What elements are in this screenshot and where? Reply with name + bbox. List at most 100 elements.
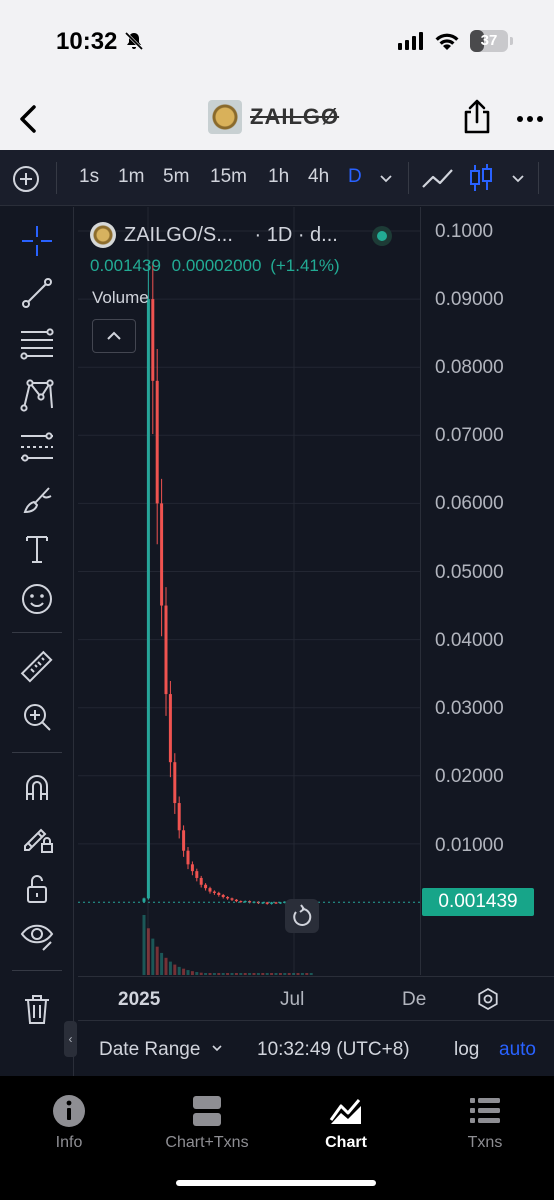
reset-icon (293, 904, 312, 926)
timeframe-5m[interactable]: 5m (163, 166, 189, 188)
volume-bar (243, 973, 247, 975)
tab-label: Chart+Txns (165, 1134, 249, 1151)
chevron-down-icon[interactable] (510, 170, 526, 186)
volume-bar (234, 973, 238, 975)
volume-bar (182, 968, 186, 975)
prediction-icon (21, 432, 53, 462)
tab-label: Info (55, 1134, 83, 1151)
chart-clock[interactable]: 10:32:49 (UTC+8) (257, 1039, 410, 1061)
candlestick-icon[interactable] (468, 162, 494, 194)
legend-symbol: ZAILGO/S... · 1D · d... (124, 224, 338, 247)
magnet-tool[interactable] (17, 767, 57, 807)
emoji-icon (22, 584, 52, 614)
volume-bar (230, 973, 234, 975)
timeframe-1m[interactable]: 1m (118, 166, 144, 188)
tab-chart[interactable]: Chart (277, 1094, 415, 1164)
more-icon[interactable] (516, 104, 544, 134)
battery-cap (510, 37, 513, 45)
pattern-tool[interactable] (17, 375, 57, 415)
brush-tool[interactable] (17, 479, 57, 519)
auto-scale-toggle[interactable]: auto (499, 1039, 536, 1061)
text-tool[interactable] (17, 529, 57, 569)
volume-bar (146, 928, 150, 975)
time-axis[interactable]: 2025 Jul De (78, 976, 554, 1020)
list-icon (470, 1098, 500, 1123)
volume-bar (204, 973, 208, 975)
timeframe-1h[interactable]: 1h (268, 166, 289, 188)
trend-line-tool[interactable] (17, 273, 57, 313)
emoji-tool[interactable] (17, 579, 57, 619)
candle (177, 803, 181, 831)
tab-info[interactable]: Info (0, 1094, 138, 1164)
home-indicator (176, 1180, 376, 1186)
timeframe-1s[interactable]: 1s (79, 166, 99, 188)
chevron-up-icon (107, 331, 121, 340)
candle (155, 380, 159, 504)
date-range-button[interactable]: Date Range (99, 1039, 224, 1061)
volume-bar (283, 973, 287, 975)
volume-bar (261, 973, 265, 975)
volume-bar (155, 946, 159, 975)
page-title: ZAILGØ (250, 104, 340, 129)
volume-bar (300, 973, 304, 975)
candle (230, 898, 234, 900)
timeframe-15m[interactable]: 15m (210, 166, 247, 188)
bell-slash-icon (124, 31, 144, 51)
pattern-icon (20, 379, 54, 412)
tab-label: Txns (467, 1134, 503, 1151)
crosshair-tool[interactable] (17, 221, 57, 261)
magnet-icon (26, 775, 48, 800)
tab-chart-txns[interactable]: Chart+Txns (138, 1094, 276, 1164)
fib-retracement-tool[interactable] (17, 323, 57, 363)
last-price-label: 0.001439 (422, 888, 534, 916)
candle (173, 762, 177, 804)
share-icon[interactable] (462, 98, 492, 136)
price-axis[interactable]: 0.1000 0.09000 0.08000 0.07000 0.06000 0… (420, 207, 554, 975)
toolbar-divider (12, 632, 62, 633)
volume-bar (208, 973, 212, 975)
volume-bar (270, 973, 274, 975)
gear-icon[interactable] (476, 987, 500, 1011)
ruler-icon (20, 650, 53, 683)
zoom-in-tool[interactable] (17, 697, 57, 737)
chevron-down-icon[interactable] (378, 170, 394, 186)
battery-percent: 37 (480, 32, 498, 49)
volume-bar (309, 973, 313, 975)
candle (221, 894, 225, 898)
volume-bar (252, 973, 256, 975)
candle (190, 864, 194, 872)
trash-tool[interactable] (17, 989, 57, 1029)
tab-txns[interactable]: Txns (416, 1094, 554, 1164)
candle (195, 871, 199, 878)
toolbar-separator (408, 162, 409, 194)
visibility-tool[interactable] (17, 915, 57, 955)
toolbar-separator (538, 162, 539, 194)
trash-icon (25, 995, 49, 1024)
candle (151, 299, 155, 381)
reset-chart-button[interactable] (285, 899, 319, 933)
prediction-tool[interactable] (17, 427, 57, 467)
sidebar-collapse-toggle[interactable]: ‹ (64, 1021, 77, 1057)
add-circle-icon[interactable] (12, 165, 40, 193)
lock-drawing-tool[interactable] (17, 817, 57, 857)
zoom-in-icon (24, 704, 51, 731)
legend-collapse-button[interactable] (92, 319, 136, 353)
unlock-tool[interactable] (17, 869, 57, 909)
ruler-tool[interactable] (17, 647, 57, 687)
candle (160, 503, 164, 606)
timeframe-4h[interactable]: 4h (308, 166, 329, 188)
line-chart-icon[interactable] (420, 162, 456, 194)
price-tick: 0.02000 (435, 766, 504, 787)
volume-bar (160, 952, 164, 975)
volume-bar (195, 972, 199, 975)
volume-bar (199, 972, 203, 975)
candle (182, 830, 186, 851)
fib-retracement-icon (20, 328, 54, 360)
log-scale-toggle[interactable]: log (454, 1039, 479, 1061)
chevron-left-icon[interactable] (14, 102, 44, 136)
chart-toolbar: 1s 1m 5m 15m 1h 4h D (0, 150, 554, 206)
status-bar: 10:32 37 (0, 0, 554, 90)
timeframe-d[interactable]: D (348, 166, 362, 188)
wifi-icon (435, 33, 459, 50)
toolbar-divider (12, 752, 62, 753)
